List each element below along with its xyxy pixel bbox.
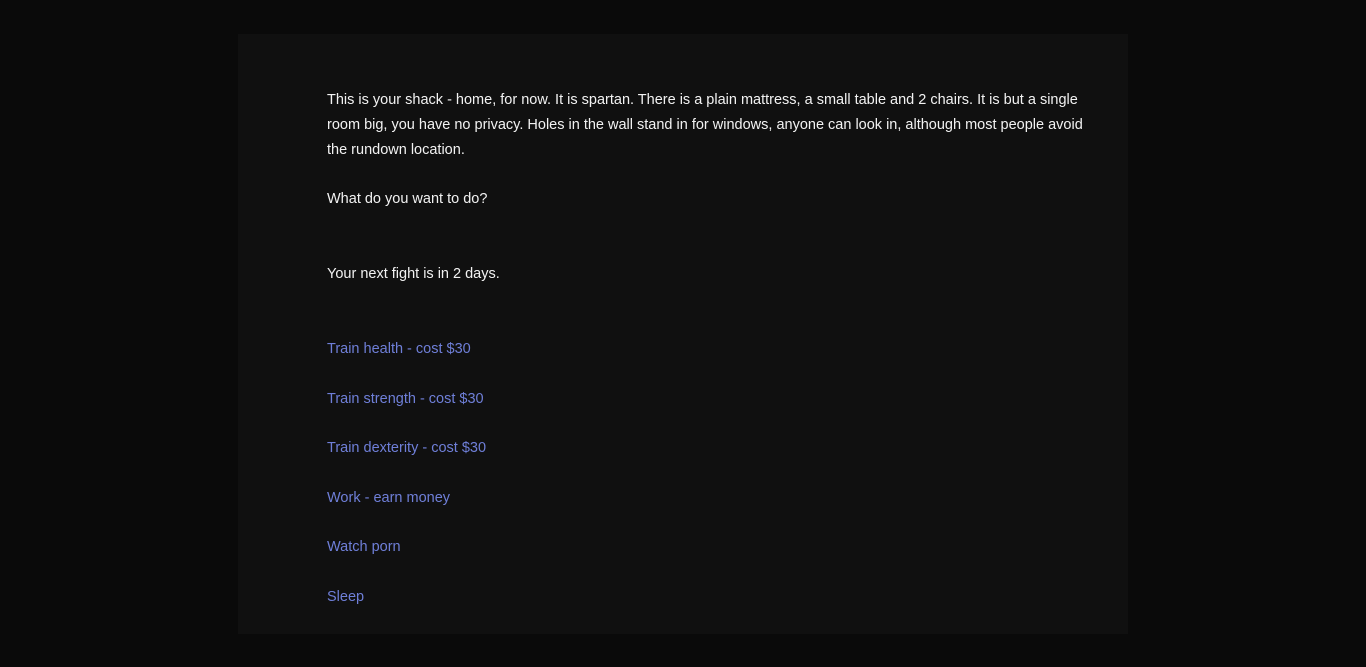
story-passage: This is your shack - home, for now. It i…: [238, 34, 1128, 634]
list-item: Sleep: [327, 585, 1092, 610]
list-item: Work - earn money: [327, 486, 1092, 511]
list-item: Train health - cost $30: [327, 337, 1092, 362]
watch-porn-link[interactable]: Watch porn: [327, 539, 401, 555]
work-link[interactable]: Work - earn money: [327, 490, 450, 506]
next-fight-notice: Your next fight is in 2 days.: [327, 266, 500, 283]
passage-question: What do you want to do?: [327, 191, 488, 208]
passage-description: This is your shack - home, for now. It i…: [327, 92, 1083, 158]
list-item: Train strength - cost $30: [327, 387, 1092, 412]
list-item: Watch porn: [327, 535, 1092, 560]
choice-list: Train health - cost $30 Train strength -…: [327, 337, 1092, 610]
train-dexterity-link[interactable]: Train dexterity - cost $30: [327, 440, 486, 456]
train-strength-link[interactable]: Train strength - cost $30: [327, 391, 484, 407]
sleep-link[interactable]: Sleep: [327, 589, 364, 605]
train-health-link[interactable]: Train health - cost $30: [327, 341, 471, 357]
list-item: Train dexterity - cost $30: [327, 436, 1092, 461]
